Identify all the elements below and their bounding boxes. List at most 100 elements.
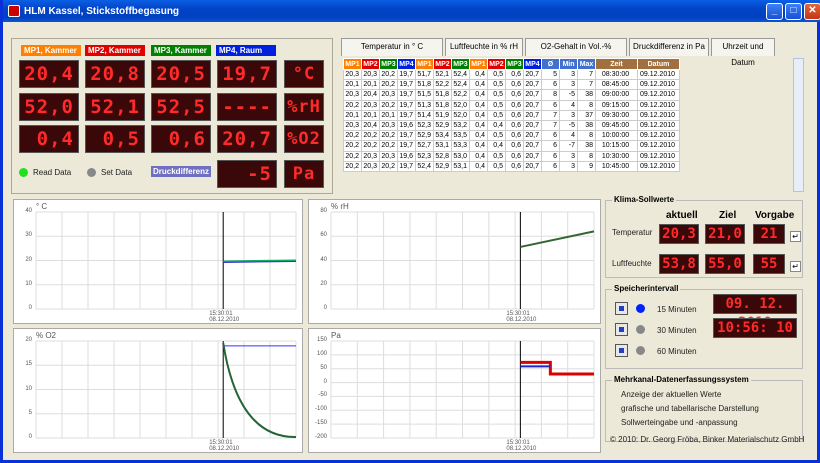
table-cell: 20,2 [343, 150, 362, 162]
read-data-label[interactable]: Read Data [33, 168, 71, 177]
table-header: MP2 [487, 58, 506, 70]
tab-4[interactable]: Uhrzeit und Datum [711, 38, 775, 67]
y-tick-label: -150 [314, 420, 327, 427]
table-cell: 0,4 [469, 150, 488, 162]
table-cell: -7 [559, 140, 578, 152]
table-cell: 19,7 [397, 79, 416, 91]
table-cell: 53,1 [451, 160, 470, 172]
table-cell: 0,6 [505, 130, 524, 142]
table-cell: 20,7 [523, 130, 542, 142]
table-cell: 20,3 [361, 68, 380, 81]
chart-1: % rH 80 60 40 20 0 15:30:01 08.12.2010 [308, 199, 601, 324]
table-cell: 20,1 [379, 109, 398, 121]
table-cell: 20,4 [361, 119, 380, 132]
minimize-button[interactable]: _ [766, 2, 783, 20]
table-cell: 09.12.2010 [637, 119, 680, 132]
table-cell: 20,3 [361, 160, 380, 172]
interval-15-button[interactable] [615, 302, 628, 315]
table-cell: 20,7 [523, 68, 542, 81]
set-data-label[interactable]: Set Data [101, 168, 132, 177]
table-cell: 20,3 [343, 89, 362, 101]
table-cell: 0,4 [469, 140, 488, 152]
table-scrollbar[interactable] [793, 58, 804, 192]
tab-3[interactable]: Druckdifferenz in Pa [629, 38, 709, 56]
table-header: MP4 [523, 58, 542, 70]
table-row[interactable]: 20,2 20,3 20,3 19,6 52,3 52,8 53,0 0,4 0,5 0,6 20,… [343, 150, 680, 162]
hum-display-mp1: 52,0 [19, 93, 79, 121]
interval-60-button[interactable] [615, 344, 628, 357]
tab-2[interactable]: O2-Gehalt in Vol.-% [525, 38, 627, 56]
close-button[interactable]: ✕ [804, 2, 820, 20]
tab-1[interactable]: Luftfeuchte in % rH [445, 38, 523, 56]
table-cell: 7 [541, 109, 560, 121]
table-cell: 20,7 [523, 99, 542, 111]
table-row[interactable]: 20,2 20,2 20,2 19,7 52,9 53,4 53,5 0,4 0,5 0,6 20,… [343, 130, 680, 142]
table-cell: 09:45:00 [595, 119, 638, 132]
table-cell: 51,8 [415, 79, 434, 91]
maximize-button[interactable]: □ [785, 2, 802, 20]
y-tick-label: 0 [323, 305, 327, 311]
table-cell: 52,2 [451, 89, 470, 101]
table-cell: 20,3 [379, 89, 398, 101]
chart-unit: % O2 [36, 331, 57, 340]
table-header: MP1 [415, 58, 434, 70]
table-cell: 0,5 [487, 130, 506, 142]
y-tick-label: 30 [25, 232, 32, 239]
y-tick-label: -50 [318, 392, 327, 399]
table-cell: 7 [541, 119, 560, 132]
table-header: MP3 [505, 58, 524, 70]
chart-unit: Pa [331, 331, 341, 340]
hum-aktuell: 53,8 [659, 254, 699, 274]
table-cell: 10:15:00 [595, 140, 638, 152]
y-tick-label: 5 [28, 409, 32, 416]
table-cell: 20,1 [361, 79, 380, 91]
o2-display-mp1: 0,4 [19, 125, 79, 153]
table-row[interactable]: 20,3 20,4 20,3 19,7 51,5 51,8 52,2 0,4 0,5 0,6 20,… [343, 89, 680, 101]
hum-vorgabe[interactable]: 55 [753, 254, 785, 274]
table-row[interactable]: 20,2 20,3 20,2 19,7 51,3 51,8 52,0 0,4 0,5 0,6 20,… [343, 99, 680, 111]
date-display: 09. 12. 2010 [713, 294, 797, 331]
table-row[interactable]: 20,3 20,4 20,3 19,6 52,3 52,9 53,2 0,4 0,4 0,6 20,… [343, 119, 680, 132]
table-cell: 4 [559, 99, 578, 111]
table-cell: 20,3 [361, 150, 380, 162]
table-cell: 53,3 [451, 140, 470, 152]
table-cell: 20,3 [343, 68, 362, 81]
app-icon [8, 5, 20, 17]
tab-0[interactable]: Temperatur in ° C [341, 38, 443, 56]
table-cell: 0,6 [505, 150, 524, 162]
table-row[interactable]: 20,3 20,3 20,2 19,7 51,7 52,1 52,4 0,4 0,5 0,6 20,… [343, 68, 680, 81]
table-cell: 38 [577, 119, 596, 132]
y-tick-label: 15 [25, 361, 32, 368]
table-cell: 38 [577, 89, 596, 101]
table-cell: 19,7 [397, 99, 416, 111]
table-cell: 10:30:00 [595, 150, 638, 162]
table-row[interactable]: 20,1 20,1 20,2 19,7 51,8 52,2 52,4 0,4 0,5 0,6 20,… [343, 79, 680, 91]
time-display: 10:56: 10 [713, 318, 797, 338]
hum-enter-button[interactable]: ↵ [790, 261, 801, 272]
table-cell: 20,2 [343, 130, 362, 142]
y-tick-label: 100 [316, 350, 327, 357]
y-tick-label: 150 [316, 337, 327, 343]
table-cell: 8 [577, 99, 596, 111]
table-cell: 20,2 [361, 130, 380, 142]
table-cell: 53,1 [433, 140, 452, 152]
table-row[interactable]: 20,2 20,2 20,2 19,7 52,7 53,1 53,3 0,4 0,4 0,6 20,… [343, 140, 680, 152]
temp-enter-button[interactable]: ↵ [790, 231, 801, 242]
table-cell: 0,6 [505, 68, 524, 81]
table-cell: 51,7 [415, 68, 434, 81]
table-cell: 6 [541, 150, 560, 162]
temp-label: Temperatur [612, 228, 653, 237]
y-tick-label: -100 [314, 406, 327, 413]
y-tick-label: 10 [25, 385, 32, 392]
table-row[interactable]: 20,1 20,1 20,1 19,7 51,4 51,9 52,0 0,4 0,5 0,6 20,… [343, 109, 680, 121]
table-cell: 52,4 [451, 68, 470, 81]
table-row[interactable]: 20,2 20,3 20,2 19,7 52,4 52,9 53,1 0,4 0,5 0,6 20,… [343, 160, 680, 172]
pressure-label: Druckdifferenz [151, 166, 212, 177]
hum-display-mp2: 52,1 [85, 93, 145, 121]
temp-vorgabe[interactable]: 21 [753, 224, 785, 244]
table-cell: 20,2 [379, 140, 398, 152]
table-cell: 09:30:00 [595, 109, 638, 121]
y-tick-label: 40 [320, 256, 327, 263]
hum-label: Luftfeuchte [612, 259, 652, 268]
interval-30-button[interactable] [615, 323, 628, 336]
